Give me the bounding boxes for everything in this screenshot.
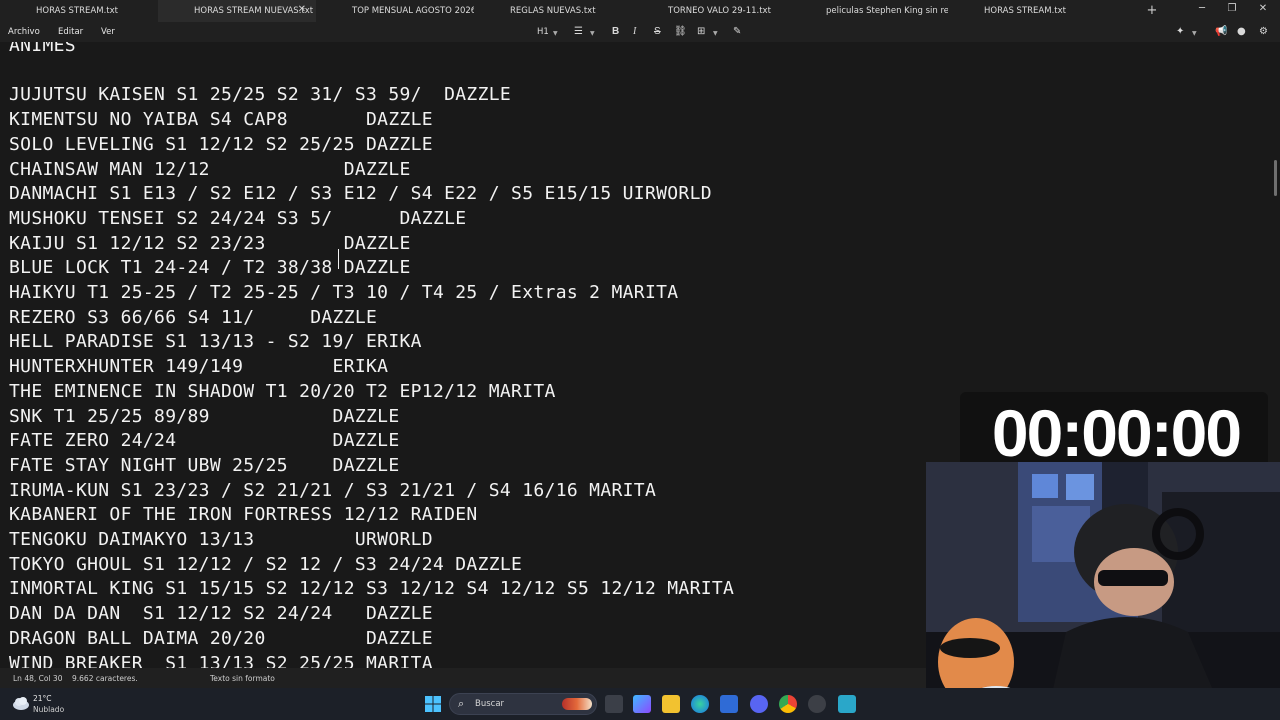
- file-explorer-icon[interactable]: [662, 695, 680, 713]
- search-highlight-icon: [562, 698, 592, 710]
- editor-line: TENGOKU DAIMAKYO 13/13 URWORLD: [9, 529, 433, 551]
- search-icon: ⌕: [458, 697, 465, 710]
- menu-bar: Archivo Editar Ver H1 ▼ ☰ ▼ B I S ⛓ ⊞ ▼ …: [0, 22, 1280, 42]
- tab-label: REGLAS NUEVAS.txt: [510, 6, 596, 16]
- chevron-down-icon: ▼: [1192, 30, 1197, 37]
- editor-line: JUJUTSU KAISEN S1 25/25 S2 31/ S3 59/ DA…: [9, 84, 512, 106]
- tab-label: TOP MENSUAL AGOSTO 2026.txt: [352, 6, 474, 16]
- account-icon[interactable]: ●: [1237, 26, 1246, 37]
- editor-line: FATE STAY NIGHT UBW 25/25 DAZZLE: [9, 454, 400, 476]
- cloud-icon: [13, 697, 29, 710]
- announcement-icon[interactable]: 📢: [1215, 26, 1227, 37]
- editor-line: BLUE LOCK T1 24-24 / T2 38/38 DAZZLE: [9, 257, 411, 279]
- editor-line: DANMACHI S1 E13 / S2 E12 / S3 E12 / S4 E…: [9, 183, 712, 205]
- tab-horas-stream-2[interactable]: HORAS STREAM.txt: [948, 0, 1106, 22]
- tab-label: HORAS STREAM.txt: [36, 6, 118, 16]
- tab-top-mensual[interactable]: TOP MENSUAL AGOSTO 2026.txt: [316, 0, 474, 22]
- taskbar-search[interactable]: ⌕ Buscar: [449, 693, 597, 715]
- editor-line: SOLO LEVELING S1 12/12 S2 25/25 DAZZLE: [9, 133, 433, 155]
- editor-line: ANIMES: [9, 42, 76, 56]
- tab-bar: HORAS STREAM.txt HORAS STREAM NUEVAS.txt…: [0, 0, 1280, 22]
- scrollbar[interactable]: [1274, 160, 1277, 196]
- editor-line: KAIJU S1 12/12 S2 23/23 DAZZLE: [9, 232, 411, 254]
- strikethrough-icon[interactable]: S: [654, 26, 661, 37]
- restore-icon[interactable]: ❐: [1224, 3, 1240, 14]
- editor-line: HAIKYU T1 25-25 / T2 25-25 / T3 10 / T4 …: [9, 282, 679, 304]
- tab-peliculas-stephen-king[interactable]: peliculas Stephen King sin remakes.txt: [790, 0, 948, 22]
- tab-horas-stream-nuevas[interactable]: HORAS STREAM NUEVAS.txt ✕: [158, 0, 316, 22]
- tab-label: HORAS STREAM.txt: [984, 6, 1066, 16]
- editor-line: KABANERI OF THE IRON FORTRESS 12/12 RAID…: [9, 504, 478, 526]
- tab-label: HORAS STREAM NUEVAS.txt: [194, 6, 314, 16]
- taskbar: 21°C Nublado ⌕ Buscar: [0, 688, 1280, 720]
- notepad-icon[interactable]: [838, 695, 856, 713]
- tab-label: TORNEO VALO 29-11.txt: [668, 6, 771, 16]
- editor-line: CHAINSAW MAN 12/12 DAZZLE: [9, 158, 411, 180]
- tab-horas-stream[interactable]: HORAS STREAM.txt: [0, 0, 158, 22]
- edge-icon[interactable]: [691, 695, 709, 713]
- editor-line: REZERO S3 66/66 S4 11/ DAZZLE: [9, 306, 378, 328]
- menu-file[interactable]: Archivo: [8, 27, 40, 37]
- weather-condition[interactable]: Nublado: [33, 705, 64, 714]
- search-label: Buscar: [475, 699, 505, 709]
- gear-icon[interactable]: ⚙: [1259, 26, 1268, 37]
- bold-icon[interactable]: B: [612, 26, 619, 37]
- close-icon[interactable]: ✕: [298, 4, 306, 15]
- chevron-down-icon: ▼: [590, 30, 595, 37]
- editor-line: WIND BREAKER S1 13/13 S2 25/25 MARITA: [9, 652, 433, 668]
- discord-icon[interactable]: [750, 695, 768, 713]
- editor-line: KIMENTSU NO YAIBA S4 CAP8 DAZZLE: [9, 109, 433, 131]
- copilot-icon[interactable]: ✦: [1176, 26, 1184, 37]
- char-count: 9.662 caracteres.: [72, 674, 138, 683]
- italic-icon[interactable]: I: [633, 26, 636, 37]
- minimize-icon[interactable]: ─: [1194, 3, 1210, 14]
- webcam-image: [926, 462, 1280, 720]
- tab-reglas-nuevas[interactable]: REGLAS NUEVAS.txt: [474, 0, 632, 22]
- text-caret: [338, 249, 339, 269]
- chrome-icon[interactable]: [779, 695, 797, 713]
- window-close-icon[interactable]: ✕: [1255, 3, 1271, 14]
- windows-start-icon[interactable]: [425, 696, 441, 712]
- editor-line: DRAGON BALL DAIMA 20/20 DAZZLE: [9, 627, 433, 649]
- editor-line: HELL PARADISE S1 13/13 - S2 19/ ERIKA: [9, 331, 422, 353]
- tab-label: peliculas Stephen King sin remakes.txt: [826, 6, 948, 16]
- editor-line: TOKYO GHOUL S1 12/12 / S2 12 / S3 24/24 …: [9, 553, 523, 575]
- chevron-down-icon: ▼: [553, 30, 558, 37]
- chevron-down-icon: ▼: [713, 30, 718, 37]
- editor-line: INMORTAL KING S1 15/15 S2 12/12 S3 12/12…: [9, 578, 735, 600]
- editor-line: SNK T1 25/25 89/89 DAZZLE: [9, 405, 400, 427]
- store-icon[interactable]: [720, 695, 738, 713]
- new-tab-button[interactable]: +: [1144, 3, 1160, 18]
- editor-line: HUNTERXHUNTER 149/149 ERIKA: [9, 356, 389, 378]
- copilot-app-icon[interactable]: [633, 695, 651, 713]
- editor-line: IRUMA-KUN S1 23/23 / S2 21/21 / S3 21/21…: [9, 479, 657, 501]
- menu-view[interactable]: Ver: [101, 27, 115, 37]
- menu-edit[interactable]: Editar: [58, 27, 83, 37]
- table-icon[interactable]: ⊞: [697, 26, 705, 37]
- link-icon[interactable]: ⛓: [674, 26, 687, 37]
- list-icon[interactable]: ☰: [574, 26, 583, 37]
- weather-temperature[interactable]: 21°C: [33, 694, 52, 703]
- format-indicator[interactable]: Texto sin formato: [210, 674, 275, 683]
- editor-line: DAN DA DAN S1 12/12 S2 24/24 DAZZLE: [9, 603, 433, 625]
- editor-line: THE EMINENCE IN SHADOW T1 20/20 T2 EP12/…: [9, 380, 556, 402]
- editor-lines: ANIMES JUJUTSU KAISEN S1 25/25 S2 31/ S3…: [9, 42, 734, 668]
- tab-torneo-valo[interactable]: TORNEO VALO 29-11.txt: [632, 0, 790, 22]
- editor-line: MUSHOKU TENSEI S2 24/24 S3 5/ DAZZLE: [9, 207, 467, 229]
- editor-line: FATE ZERO 24/24 DAZZLE: [9, 430, 400, 452]
- webcam-feed: [926, 462, 1280, 720]
- obs-icon[interactable]: [808, 695, 826, 713]
- clear-format-icon[interactable]: ✎: [733, 26, 741, 37]
- task-view-icon[interactable]: [605, 695, 623, 713]
- cursor-position: Ln 48, Col 30: [13, 674, 63, 683]
- heading-dropdown[interactable]: H1: [537, 27, 549, 37]
